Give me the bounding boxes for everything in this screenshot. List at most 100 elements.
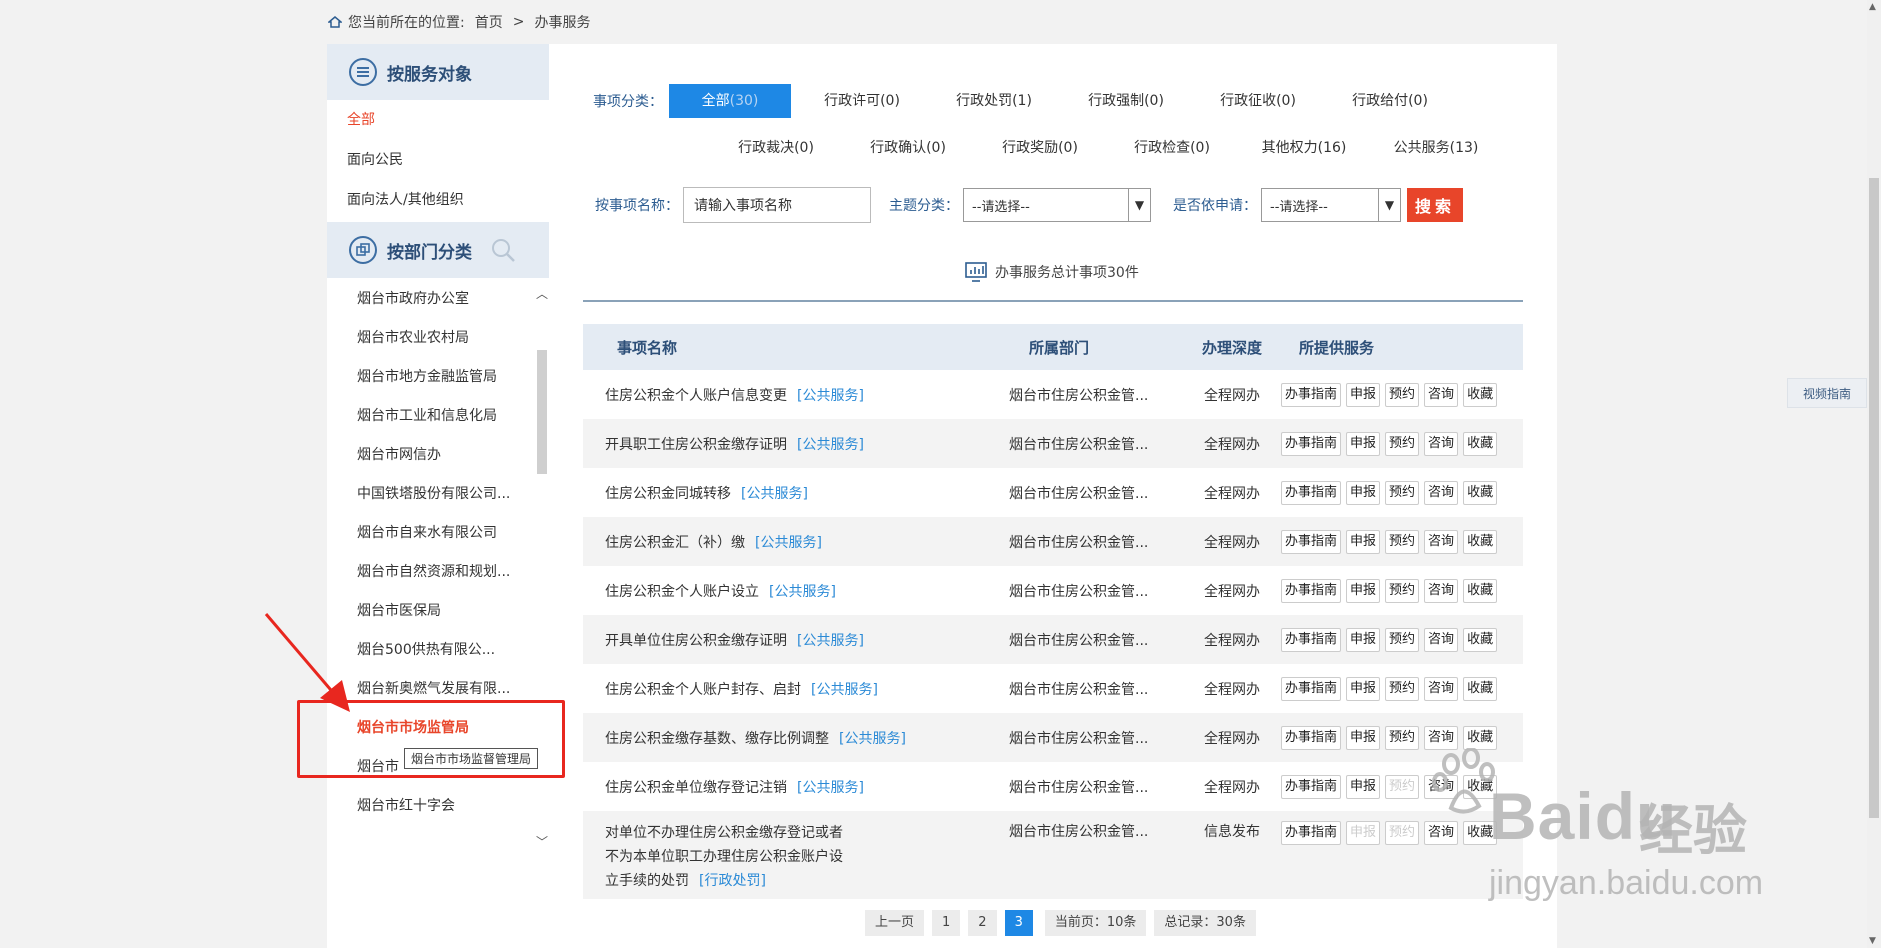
service-button[interactable]: 申报 [1346,480,1381,505]
item-category-tag[interactable]: [公共服务] [797,388,864,404]
dept-item[interactable]: 烟台市网信办 [327,436,527,475]
service-button[interactable]: 咨询 [1424,627,1459,652]
prev-page-button[interactable]: 上一页 [865,910,925,936]
item-name-link[interactable]: 住房公积金个人账户信息变更 [605,388,787,404]
breadcrumb-home-link[interactable]: 首页 [475,12,503,32]
service-button[interactable]: 咨询 [1424,529,1459,554]
dept-item[interactable]: 烟台市自来水有限公司 [327,514,527,553]
service-button[interactable]: 申报 [1346,431,1381,456]
service-button[interactable]: 申报 [1346,774,1381,799]
service-button[interactable]: 申报 [1346,676,1381,701]
video-guide-button[interactable]: 视频指南 [1787,378,1867,408]
service-button[interactable]: 咨询 [1424,725,1459,750]
item-name-link[interactable]: 开具单位住房公积金缴存证明 [605,633,787,649]
item-category-tag[interactable]: [公共服务] [839,731,906,747]
service-button[interactable]: 预约 [1385,676,1420,701]
service-button[interactable]: 咨询 [1424,821,1459,845]
service-button[interactable]: 申报 [1346,529,1381,554]
category-filter-button[interactable]: 行政许可(0) [801,84,923,118]
service-button[interactable]: 预约 [1385,627,1420,652]
category-filter-button[interactable]: 行政处罚(1) [933,84,1055,118]
item-category-tag[interactable]: [公共服务] [797,633,864,649]
page-number-button[interactable]: 2 [968,910,997,936]
service-button[interactable]: 咨询 [1424,382,1459,407]
apply-select[interactable]: --请选择-- ▼ [1261,188,1401,222]
page-number-button[interactable]: 3 [1004,910,1033,936]
scroll-up-arrow-icon[interactable]: ▲ [1869,2,1876,12]
service-button[interactable]: 办事指南 [1281,431,1342,456]
service-button[interactable]: 咨询 [1424,480,1459,505]
item-category-tag[interactable]: [行政处罚] [699,873,766,889]
item-category-tag[interactable]: [公共服务] [755,535,822,551]
chevron-down-icon[interactable]: ﹀ [536,836,548,848]
service-button[interactable]: 咨询 [1424,676,1459,701]
dept-item[interactable]: 中国铁塔股份有限公司... [327,475,527,514]
service-button[interactable]: 收藏 [1463,725,1498,750]
service-button[interactable]: 收藏 [1463,821,1498,845]
chevron-up-icon[interactable]: ︿ [536,288,548,300]
object-item[interactable]: 面向法人/其他组织 [327,180,549,220]
item-category-tag[interactable]: [公共服务] [811,682,878,698]
category-filter-button[interactable]: 行政给付(0) [1329,84,1451,118]
category-filter-button[interactable]: 行政征收(0) [1197,84,1319,118]
service-button[interactable]: 申报 [1346,578,1381,603]
service-button[interactable]: 办事指南 [1281,774,1342,799]
service-button[interactable]: 办事指南 [1281,578,1342,603]
search-button[interactable]: 搜索 [1407,188,1463,222]
item-category-tag[interactable]: [公共服务] [797,437,864,453]
page-scrollbar[interactable]: ▲ ▼ [1867,0,1881,948]
category-filter-button[interactable]: 行政确认(0) [847,131,969,165]
service-button[interactable]: 办事指南 [1281,821,1342,845]
item-name-link[interactable]: 开具职工住房公积金缴存证明 [605,437,787,453]
service-button[interactable]: 收藏 [1463,578,1498,603]
name-search-input[interactable]: 请输入事项名称 [683,187,871,223]
service-button[interactable]: 收藏 [1463,431,1498,456]
item-category-tag[interactable]: [公共服务] [797,780,864,796]
service-button[interactable]: 预约 [1385,529,1420,554]
item-category-tag[interactable]: [公共服务] [741,486,808,502]
item-category-tag[interactable]: [公共服务] [769,584,836,600]
service-button[interactable]: 办事指南 [1281,725,1342,750]
service-button[interactable]: 收藏 [1463,627,1498,652]
dept-item[interactable]: 烟台市政府办公室 [327,280,527,319]
service-button[interactable]: 收藏 [1463,774,1498,799]
service-button[interactable]: 收藏 [1463,676,1498,701]
item-name-link[interactable]: 住房公积金单位缴存登记注销 [605,780,787,796]
service-button[interactable]: 申报 [1346,627,1381,652]
dept-item[interactable]: 烟台市地方金融监管局 [327,358,527,397]
dept-item[interactable]: 烟台市红十字会 [327,787,527,826]
service-button[interactable]: 申报 [1346,382,1381,407]
dept-item[interactable]: 烟台市农业农村局 [327,319,527,358]
theme-select[interactable]: --请选择-- ▼ [963,188,1151,222]
item-name-link[interactable]: 住房公积金同城转移 [605,486,731,502]
service-button[interactable]: 申报 [1346,725,1381,750]
category-filter-button[interactable]: 公共服务(13) [1375,131,1497,165]
dept-item[interactable]: 烟台市工业和信息化局 [327,397,527,436]
item-name-link[interactable]: 住房公积金缴存基数、缴存比例调整 [605,731,829,747]
service-button[interactable]: 办事指南 [1281,529,1342,554]
service-button[interactable]: 办事指南 [1281,382,1342,407]
dept-scroll-thumb[interactable] [537,350,547,474]
dept-item[interactable]: 烟台市自然资源和规划... [327,553,527,592]
service-button[interactable]: 办事指南 [1281,627,1342,652]
service-button[interactable]: 咨询 [1424,774,1459,799]
service-button[interactable]: 办事指南 [1281,480,1342,505]
service-button[interactable]: 预约 [1385,578,1420,603]
chevron-down-icon[interactable]: ▼ [1128,189,1150,221]
category-filter-button[interactable]: 行政强制(0) [1065,84,1187,118]
service-button[interactable]: 预约 [1385,480,1420,505]
dept-search-icon[interactable] [490,237,516,263]
category-filter-button[interactable]: 行政奖励(0) [979,131,1101,165]
category-filter-button[interactable]: 行政裁决(0) [715,131,837,165]
chevron-down-icon[interactable]: ▼ [1378,189,1400,221]
service-button[interactable]: 收藏 [1463,529,1498,554]
category-filter-button[interactable]: 全部(30) [669,84,791,118]
page-number-button[interactable]: 1 [932,910,961,936]
service-button[interactable]: 预约 [1385,431,1420,456]
page-scroll-thumb[interactable] [1869,178,1879,818]
item-name-link[interactable]: 住房公积金汇（补）缴 [605,535,745,551]
object-item[interactable]: 面向公民 [327,140,549,180]
service-button[interactable]: 咨询 [1424,578,1459,603]
service-button[interactable]: 预约 [1385,725,1420,750]
item-name-link[interactable]: 住房公积金个人账户设立 [605,584,759,600]
